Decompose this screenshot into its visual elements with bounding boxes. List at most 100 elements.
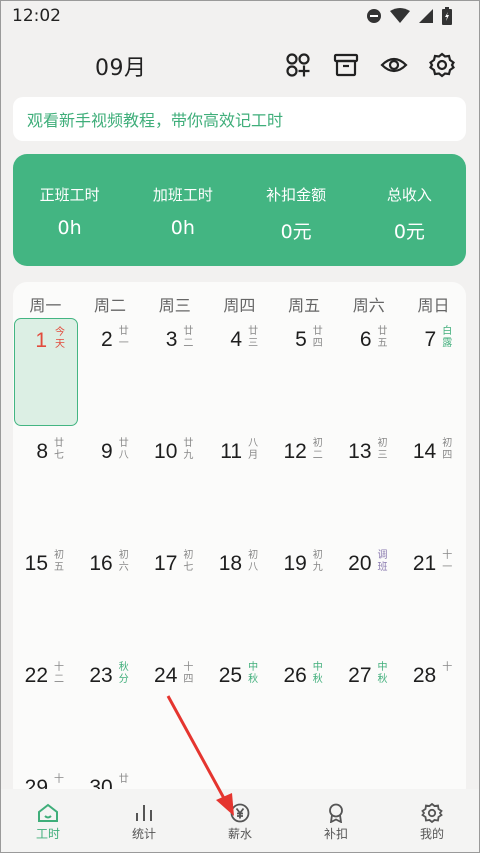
lunar-label: 廿八 — [118, 438, 129, 461]
summary-card: 正班工时 0h 加班工时 0h 补扣金额 0元 总收入 0元 — [13, 154, 466, 266]
gear-icon — [421, 803, 443, 823]
calendar-day[interactable]: 9 廿八 — [79, 430, 143, 538]
lunar-label: 今天 — [55, 327, 65, 350]
calendar-day[interactable]: 28 十 — [402, 654, 466, 762]
annotation-arrow — [166, 695, 234, 816]
calendar-day[interactable]: 11 八月 — [208, 430, 272, 538]
day-number: 27 — [348, 664, 372, 687]
calendar-day[interactable]: 12 初二 — [273, 430, 337, 538]
calendar-day[interactable]: 18 初八 — [208, 542, 272, 650]
calendar-day[interactable]: 2 廿一 — [79, 318, 143, 426]
award-icon — [329, 803, 343, 823]
archive-icon — [333, 53, 359, 77]
summary-label: 总收入 — [386, 186, 432, 204]
apps-button[interactable] — [283, 50, 313, 80]
nav-label: 工时 — [35, 827, 60, 841]
lunar-label: 廿四 — [312, 326, 323, 349]
nav-item-deductions[interactable]: 补扣 — [288, 789, 384, 853]
summary-total-income: 总收入 0元 — [353, 154, 466, 266]
day-number: 20 — [348, 552, 372, 575]
calendar-day[interactable]: 21 十一 — [402, 542, 466, 650]
calendar-day[interactable]: 6 廿五 — [338, 318, 402, 426]
calendar-day[interactable]: 20 调班 — [338, 542, 402, 650]
lunar-label: 十二 — [54, 662, 64, 685]
calendar-day[interactable]: 23 秋分 — [79, 654, 143, 762]
lunar-label: 初八 — [248, 550, 259, 573]
day-number: 1 — [35, 329, 47, 352]
lunar-label: 十四 — [183, 662, 194, 685]
day-number: 8 — [36, 440, 48, 463]
weekday-label: 周日 — [417, 296, 450, 315]
home-icon — [38, 803, 58, 822]
calendar-day[interactable]: 26 中秋 — [273, 654, 337, 762]
calendar-day[interactable]: 3 廿二 — [143, 318, 207, 426]
lunar-label: 中秋 — [248, 662, 259, 685]
calendar-day[interactable]: 19 初九 — [273, 542, 337, 650]
day-number: 26 — [283, 664, 307, 687]
calendar-day[interactable]: 15 初五 — [14, 542, 78, 650]
lunar-label: 初五 — [54, 550, 64, 573]
lunar-label: 中秋 — [312, 662, 323, 685]
lunar-label: 初六 — [118, 550, 129, 573]
weekday-label: 周三 — [158, 296, 191, 315]
calendar-day[interactable]: 16 初六 — [79, 542, 143, 650]
day-number: 25 — [218, 664, 243, 687]
lunar-label: 廿五 — [377, 326, 388, 349]
day-number: 2 — [101, 328, 113, 351]
lunar-label: 廿七 — [54, 438, 64, 461]
calendar-day[interactable]: 10 廿九 — [143, 430, 207, 538]
gear-icon — [429, 52, 455, 78]
dnd-icon — [367, 9, 381, 23]
status-bar: 12:02 — [0, 0, 480, 32]
wifi-icon — [390, 8, 410, 23]
lunar-label: 廿九 — [183, 438, 194, 461]
day-number: 6 — [359, 328, 372, 351]
day-number: 9 — [101, 440, 113, 463]
day-number: 28 — [412, 664, 437, 687]
calendar-day[interactable]: 5 廿四 — [273, 318, 337, 426]
lunar-label: 秋分 — [118, 662, 129, 685]
summary-label: 补扣金额 — [266, 186, 327, 204]
lunar-label: 初七 — [183, 550, 194, 573]
day-number: 18 — [218, 552, 243, 575]
nav-label: 统计 — [131, 827, 156, 841]
header: 09月 — [0, 40, 480, 90]
visibility-button[interactable] — [379, 50, 409, 80]
weekday-label: 周六 — [352, 296, 385, 315]
lunar-label: 中秋 — [377, 662, 388, 685]
calendar-day[interactable]: 7 白露 — [402, 318, 466, 426]
tutorial-banner[interactable]: 观看新手视频教程，带你高效记工时 — [13, 97, 466, 141]
day-number: 12 — [283, 440, 307, 463]
battery-icon — [442, 7, 452, 25]
lunar-label: 初九 — [312, 550, 323, 573]
calendar-day[interactable]: 27 中秋 — [338, 654, 402, 762]
day-number: 7 — [424, 328, 437, 351]
lunar-label: 廿二 — [183, 326, 194, 349]
lunar-label: 八月 — [248, 438, 259, 461]
calendar-day[interactable]: 22 十二 — [14, 654, 78, 762]
calendar-day[interactable]: 4 廿三 — [208, 318, 272, 426]
nav-label: 薪水 — [227, 827, 252, 841]
nav-label: 我的 — [419, 827, 444, 841]
apps-add-icon — [286, 53, 310, 77]
archive-button[interactable] — [331, 50, 361, 80]
nav-item-profile[interactable]: 我的 — [384, 789, 480, 853]
day-number: 22 — [24, 664, 48, 687]
calendar-day[interactable]: 8 廿七 — [14, 430, 78, 538]
calendar-day-today[interactable]: 1 今天 — [14, 318, 78, 426]
summary-value: 0h — [57, 217, 82, 239]
calendar-day[interactable]: 13 初三 — [338, 430, 402, 538]
day-number: 11 — [220, 440, 243, 463]
day-number: 16 — [89, 552, 113, 575]
day-number: 23 — [89, 664, 113, 687]
lunar-label: 十一 — [442, 550, 453, 573]
settings-button[interactable] — [427, 50, 457, 80]
lunar-label: 廿 — [118, 774, 129, 785]
bar-chart-icon — [136, 805, 152, 821]
summary-value: 0元 — [393, 221, 425, 243]
lunar-label: 廿一 — [118, 326, 129, 349]
calendar-day[interactable]: 17 初七 — [143, 542, 207, 650]
nav-item-hours[interactable]: 工时 — [0, 789, 96, 853]
month-selector[interactable]: 09月 — [95, 50, 147, 82]
calendar-day[interactable]: 14 初四 — [402, 430, 466, 538]
